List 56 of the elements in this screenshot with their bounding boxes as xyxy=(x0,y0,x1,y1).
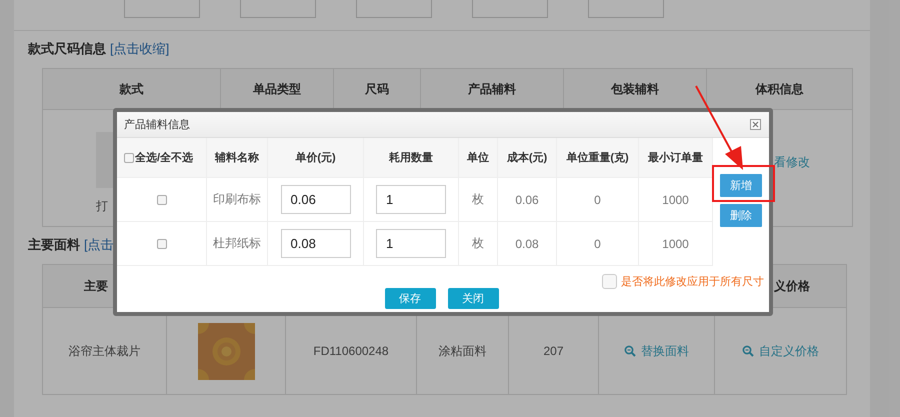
column-header: 包装辅料 xyxy=(611,80,659,98)
column-header: 主要 xyxy=(84,278,108,294)
table-cell: 0 xyxy=(594,192,601,206)
column-header: 产品辅料 xyxy=(468,80,516,98)
table-cell: 207 xyxy=(543,344,564,358)
column-header: 耗用数量 xyxy=(389,150,433,165)
table-cell: 浴帘主体裁片 xyxy=(68,342,140,360)
table-cell: 印刷布标 xyxy=(213,191,261,208)
collapse-link[interactable]: [点击收缩] xyxy=(110,40,170,58)
row-checkbox[interactable] xyxy=(156,194,166,204)
price-field[interactable]: 0.08 xyxy=(280,229,350,258)
price-field[interactable]: 0.06 xyxy=(280,185,350,214)
table-link[interactable]: 自定义价格 xyxy=(759,342,819,360)
section-title: 主要面料 xyxy=(28,236,80,254)
close-icon[interactable] xyxy=(750,119,761,130)
table-cell: 枚 xyxy=(472,235,484,252)
table-link[interactable]: 替换面料 xyxy=(641,342,689,360)
save-button[interactable]: 保存 xyxy=(384,288,436,309)
table-cell: 打 xyxy=(96,198,108,214)
column-header: 最小订单量 xyxy=(648,150,703,165)
dialog-title: 产品辅料信息 xyxy=(124,118,190,132)
close-button[interactable]: 关闭 xyxy=(448,288,498,309)
edit-link[interactable]: 看修改 xyxy=(774,154,810,171)
highlight-box xyxy=(712,165,775,202)
column-header: 尺码 xyxy=(365,80,389,98)
table-cell: 杜邦纸标 xyxy=(213,235,261,252)
delete-button[interactable]: 删除 xyxy=(720,204,762,227)
table-cell: 枚 xyxy=(472,191,484,208)
column-header: 款式 xyxy=(120,80,144,98)
section-title: 款式尺码信息 xyxy=(28,40,106,58)
checkbox-label: 是否将此修改应用于所有尺寸 xyxy=(621,274,764,288)
column-header: 单位 xyxy=(467,150,489,165)
column-header: 单品类型 xyxy=(253,80,301,98)
table-cell: 涂粘面料 xyxy=(438,342,486,360)
table-cell: FD110600248 xyxy=(313,344,389,358)
zoom-icon xyxy=(624,345,636,357)
column-header: 成本(元) xyxy=(506,150,548,165)
column-header: 义价格 xyxy=(774,278,810,294)
select-all-checkbox[interactable] xyxy=(124,152,134,162)
table-cell: 0.08 xyxy=(515,236,539,250)
quantity-field[interactable]: 1 xyxy=(376,229,446,258)
table-cell: 0.06 xyxy=(515,192,539,206)
quantity-field[interactable]: 1 xyxy=(376,185,446,214)
table-cell: 1000 xyxy=(662,236,689,250)
table-cell: 1000 xyxy=(662,192,689,206)
column-header: 单位重量(克) xyxy=(566,150,629,165)
column-header: 体积信息 xyxy=(756,80,804,98)
table-cell: 0 xyxy=(594,236,601,250)
apply-all-checkbox[interactable] xyxy=(602,274,617,288)
add-button[interactable]: 新增 xyxy=(720,174,762,197)
zoom-icon xyxy=(742,345,754,357)
column-header: 全选/全不选 xyxy=(134,150,194,165)
row-checkbox[interactable] xyxy=(156,238,166,248)
column-header: 辅料名称 xyxy=(215,150,259,165)
column-header: 单价(元) xyxy=(295,150,336,165)
collapse-link[interactable]: [点击 xyxy=(84,236,114,254)
